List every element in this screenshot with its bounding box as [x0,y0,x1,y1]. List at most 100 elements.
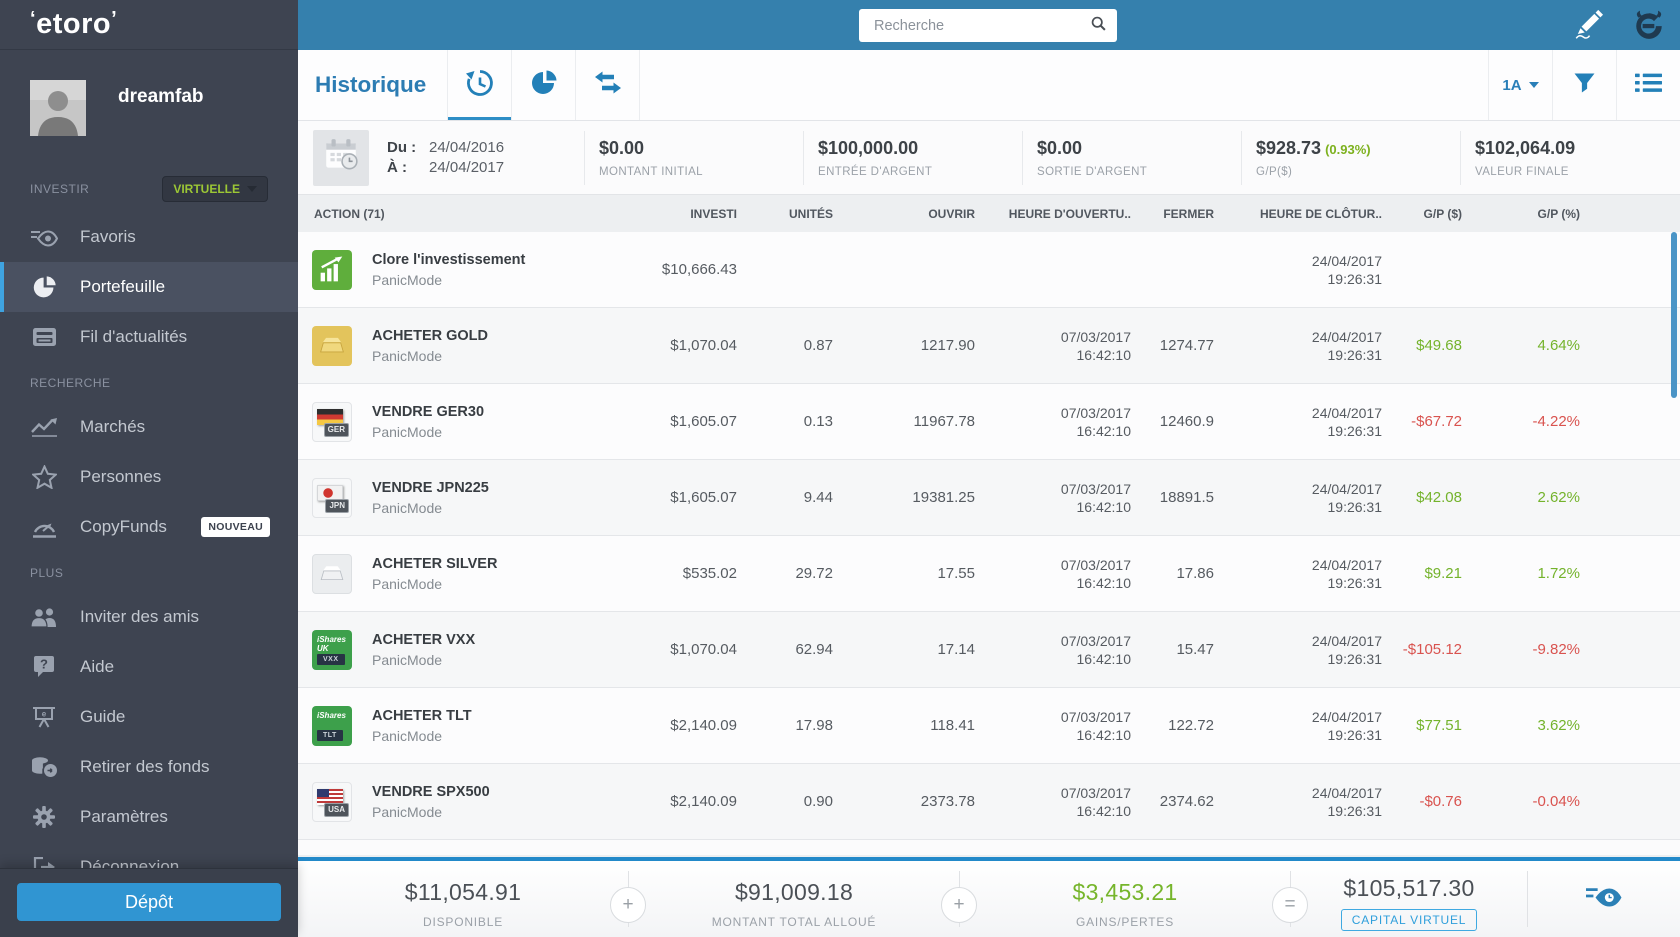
action-name: Clore l'investissement [372,252,525,268]
table-row[interactable]: Clore l'investissementPanicMode $10,666.… [298,232,1680,308]
summary-stat: $928.73(0.93%) G/P($) [1241,131,1460,185]
list-view-button[interactable] [1617,50,1680,120]
summary-stat: $0.00 SORTIE D'ARGENT [1022,131,1241,185]
gp-usd: -$0.76 [1382,793,1462,810]
sidebar-item-retirer-des-fonds[interactable]: Retirer des fonds [0,742,298,792]
section-recherche: RECHERCHE [0,362,298,402]
copyfunds-gauge-icon [30,514,58,540]
etoro-bird-icon[interactable] [1632,9,1666,46]
topbar [298,0,1680,50]
table-row[interactable]: ACHETER SILVERPanicMode $535.02 29.72 17… [298,536,1680,612]
virtual-mode-toggle[interactable]: VIRTUELLE [162,176,268,202]
table-row[interactable]: USA VENDRE SPX500PanicMode $2,140.09 0.9… [298,764,1680,840]
japan-flag-icon: JPN [312,478,352,518]
logo-text: etoro [36,8,111,40]
usa-flag-icon: USA [312,782,352,822]
column-header[interactable]: ACTION (71) [298,207,577,221]
logo-horn-left: ‘ [30,8,36,30]
calendar-icon [322,136,360,179]
open-rate: 17.55 [833,565,975,582]
ishares-tlt-icon: iShares TLT [312,706,352,746]
sidebar-item-guide[interactable]: e Guide [0,692,298,742]
stat-value: $928.73 [1256,138,1321,158]
sidebar-item-parametres[interactable]: Paramètres [0,792,298,842]
table-row[interactable]: JPN VENDRE JPN225PanicMode $1,605.07 9.4… [298,460,1680,536]
divider: + [628,871,629,927]
open-datetime: 07/03/201716:42:10 [975,708,1131,744]
summary-stat: $100,000.00 ENTRÉE D'ARGENT [803,131,1022,185]
column-header[interactable]: OUVRIR [833,207,975,221]
deposit-button[interactable]: Dépôt [17,883,281,921]
trader-name: PanicMode [372,424,484,440]
section-label-plus: PLUS [30,566,63,580]
chevron-down-icon [247,186,257,192]
column-header[interactable]: INVESTI [577,207,737,221]
table-row[interactable]: iShares UK VXX ACHETER VXXPanicMode $1,0… [298,612,1680,688]
page-title: Historique [298,50,447,120]
capital-virtuel-badge: CAPITAL VIRTUEL [1341,909,1477,931]
gp-usd: -$105.12 [1382,641,1462,658]
sidebar-item-personnes[interactable]: Personnes [0,452,298,502]
table-row[interactable]: ACHETER GOLDPanicMode $1,070.04 0.87 121… [298,308,1680,384]
units-value: 62.94 [737,641,833,658]
column-header[interactable]: UNITÉS [737,207,833,221]
germany-flag-icon: GER [312,402,352,442]
sidebar-item-aide[interactable]: ? Aide [0,642,298,692]
trader-name: PanicMode [372,576,497,592]
table-row[interactable]: iShares TLT ACHETER TLTPanicMode $2,140.… [298,688,1680,764]
column-header[interactable]: FERMER [1131,207,1214,221]
column-header[interactable]: HEURE D'OUVERTU.. [975,207,1131,221]
etoro-logo[interactable]: ‘etoro’ [30,10,117,39]
tab-transactions[interactable] [576,50,639,120]
trader-name: PanicMode [372,804,490,820]
filter-button[interactable] [1553,50,1616,120]
sidebar-item-label: Favoris [80,227,136,247]
stat-label: MONTANT TOTAL ALLOUÉ [629,915,959,929]
close-rate: 12460.9 [1131,413,1214,430]
sidebar-item-portefeuille[interactable]: Portefeuille [0,262,298,312]
sidebar-item-fil-dactualites[interactable]: Fil d'actualités [0,312,298,362]
sidebar-item-favoris[interactable]: Favoris [0,212,298,262]
close-datetime: 24/04/201719:26:31 [1214,252,1382,288]
period-selector[interactable]: 1A [1489,50,1552,120]
scrollbar-thumb[interactable] [1671,232,1677,398]
gp-pct: -9.82% [1462,641,1580,658]
column-header[interactable]: G/P (%) [1462,207,1580,221]
invested-value: $1,070.04 [577,641,737,658]
table-row[interactable]: GER VENDRE GER30PanicMode $1,605.07 0.13… [298,384,1680,460]
section-label-investir: INVESTIR [30,182,89,196]
invested-value: $1,605.07 [577,413,737,430]
stat-label: DISPONIBLE [298,915,628,929]
sidebar-item-copyfunds[interactable]: CopyFunds NOUVEAU [0,502,298,552]
sidebar-item-inviter[interactable]: Inviter des amis [0,592,298,642]
watchlist-eye-button[interactable] [1528,861,1680,937]
divider: + [959,871,960,927]
action-name: ACHETER GOLD [372,328,488,344]
action-name: ACHETER VXX [372,632,475,648]
stat-value: $0.00 [1037,138,1241,159]
trader-name: PanicMode [372,272,525,288]
gp-usd: -$67.72 [1382,413,1462,430]
stat-label: GAINS/PERTES [960,915,1290,929]
open-rate: 19381.25 [833,489,975,506]
date-range-picker[interactable] [313,130,369,186]
to-label: À : [387,158,429,178]
etoro-app: ‘etoro’ dreamfab INVESTIR VIRTUELLE Favo… [0,0,1680,937]
stat-value: $100,000.00 [818,138,1022,159]
column-header[interactable]: G/P ($) [1382,207,1462,221]
watchlist-eye-icon [1586,884,1622,914]
sidebar-item-label: Marchés [80,417,145,437]
tab-allocation[interactable] [512,50,575,120]
edit-pencil-icon[interactable] [1572,9,1606,46]
sidebar-item-marches[interactable]: Marchés [0,402,298,452]
search-input[interactable] [872,17,1090,35]
avatar[interactable] [30,80,86,136]
stat-value: $105,517.30 [1291,875,1527,902]
column-header[interactable]: HEURE DE CLÔTUR.. [1214,207,1382,221]
close-rate: 18891.5 [1131,489,1214,506]
equals-operator: = [1272,887,1308,923]
open-rate: 118.41 [833,717,975,734]
tab-history[interactable] [448,50,511,120]
action-name: ACHETER SILVER [372,556,497,572]
nouveau-badge: NOUVEAU [201,517,270,537]
